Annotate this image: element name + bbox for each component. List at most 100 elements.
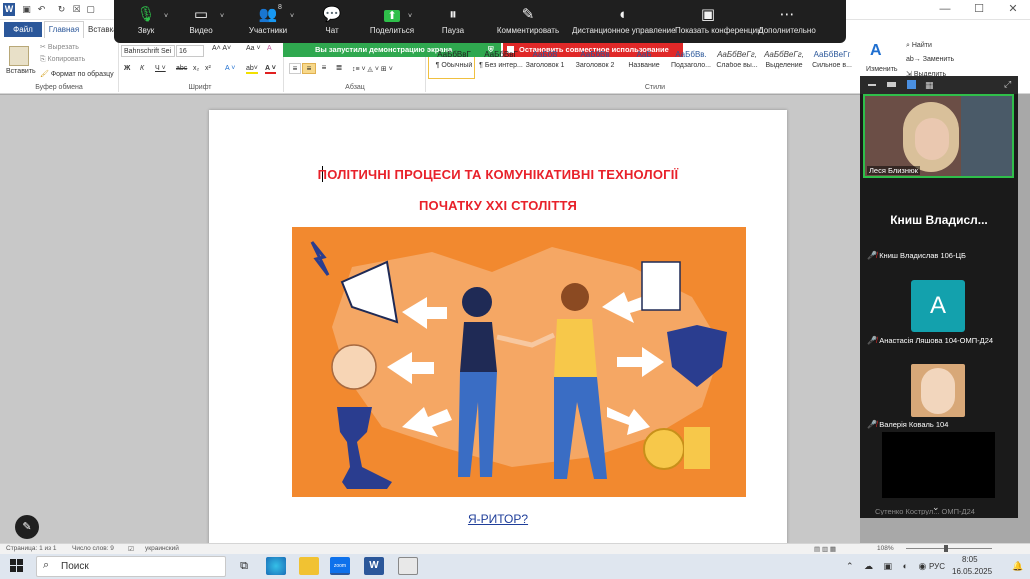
style-8[interactable]: АаБбВеГг Сильное в...: [808, 48, 856, 78]
zoom-btn-label: Пауза: [441, 26, 465, 35]
zoom-btn-show-meeting[interactable]: ▣ Показать конференцию: [675, 0, 763, 43]
chevron-down-icon[interactable]: ˅: [408, 13, 412, 20]
align-right-icon[interactable]: ≡: [318, 63, 330, 74]
status-words[interactable]: Число слов: 9: [72, 545, 114, 552]
align-left-icon[interactable]: ≡: [289, 63, 301, 74]
notifications-icon[interactable]: 🔔: [1012, 561, 1023, 572]
new-doc-icon[interactable]: ▢: [86, 5, 95, 14]
clock-date[interactable]: 16.05.2025: [952, 567, 992, 576]
document-link[interactable]: Я-РИТОР?: [209, 512, 787, 526]
edge-icon[interactable]: [266, 557, 286, 575]
close-icon[interactable]: ✕: [996, 0, 1030, 20]
style-1[interactable]: АаБбВвГ ¶ Без интер...: [477, 48, 525, 78]
change-styles-icon[interactable]: A: [870, 42, 882, 60]
paste-button[interactable]: Вставить: [6, 68, 36, 75]
change-styles-button[interactable]: Изменить: [866, 66, 898, 73]
highlight-icon[interactable]: ab˅: [246, 65, 258, 74]
line-spacing-icon[interactable]: ↕≡ ˅ ◬ ˅ ⊞ ˅: [352, 65, 393, 73]
italic-icon[interactable]: К: [140, 65, 144, 72]
zoom-app-icon[interactable]: zoom: [330, 557, 350, 575]
input-language[interactable]: РУС: [929, 562, 945, 571]
zoom-btn-annotate[interactable]: ✎ Комментировать: [485, 0, 571, 43]
superscript-icon[interactable]: x²: [205, 65, 211, 72]
illustration-svg: [310, 241, 727, 489]
zoom-btn-chat[interactable]: 💬 Чат: [302, 0, 362, 43]
font-size-select[interactable]: 16: [176, 45, 204, 57]
style-3[interactable]: АаБбВв Заголовок 2: [571, 48, 619, 78]
text-effects-icon[interactable]: A ˅: [225, 65, 235, 72]
video-tile-off[interactable]: [882, 432, 995, 498]
style-5[interactable]: АаБбВв. Подзаголо...: [667, 48, 715, 78]
zoom-btn-participants[interactable]: 👥 Участники 8 ˅: [232, 0, 304, 43]
change-case-icon[interactable]: Aa ˅: [246, 45, 261, 52]
status-page[interactable]: Страница: 1 из 1: [6, 545, 57, 552]
font-name-select[interactable]: Bahnschrift Sei: [121, 45, 175, 57]
document-title-line1: ПОЛІТИЧНІ ПРОЦЕСИ ТА КОМУНІКАТИВНІ ТЕХНО…: [317, 167, 679, 182]
zoom-btn-share[interactable]: ⬆ Поделиться ˅: [362, 0, 422, 43]
strikethrough-icon[interactable]: abc: [176, 65, 187, 72]
format-painter-button[interactable]: 🖌 Формат по образцу: [40, 70, 114, 78]
bold-icon[interactable]: Ж: [124, 65, 130, 72]
zoom-btn-label: Участники: [248, 26, 288, 35]
clear-format-icon[interactable]: A: [267, 45, 272, 52]
copy-button[interactable]: ⎘ Копировать: [40, 56, 85, 64]
cut-button[interactable]: ✂ Вырезать: [40, 43, 79, 51]
video-tile-lesya[interactable]: Леся Близнюк: [863, 94, 1014, 178]
chat-icon: 💬: [322, 6, 342, 23]
align-center-icon[interactable]: ≡: [302, 63, 316, 74]
zoom-level[interactable]: 108%: [877, 545, 894, 552]
maximize-icon[interactable]: ☐: [962, 0, 996, 20]
share-icon: ⬆: [362, 0, 422, 26]
taskbar-search[interactable]: ⌕ Поиск: [36, 556, 226, 577]
tab-file[interactable]: Файл: [4, 22, 42, 37]
style-preview: АаБбВвГ: [437, 50, 471, 59]
word-app-icon[interactable]: W: [364, 557, 384, 575]
zoom-btn-pause[interactable]: ⏸ Пауза: [418, 0, 488, 43]
view-single-icon[interactable]: [907, 80, 916, 89]
grow-font-icon[interactable]: A˄ A˅: [212, 45, 231, 52]
chevron-down-icon[interactable]: ˅: [290, 13, 294, 20]
task-view-icon[interactable]: ⧉: [234, 557, 254, 575]
participant-face-inner: [915, 118, 949, 160]
underline-icon[interactable]: Ч ˅: [155, 65, 166, 72]
find-button[interactable]: ⌕ Найти: [906, 42, 932, 50]
tab-home[interactable]: Главная: [44, 21, 84, 38]
zoom-btn-remote-control[interactable]: ◖ Дистанционное управление: [572, 0, 676, 43]
document-app-icon[interactable]: [398, 557, 418, 575]
windows-start-icon[interactable]: [10, 559, 24, 573]
close-doc-icon[interactable]: ☒: [72, 5, 81, 14]
save-icon[interactable]: ▣: [22, 5, 31, 14]
subscript-icon[interactable]: x₂: [193, 65, 199, 72]
style-7[interactable]: АаБбВеГг, Выделение: [760, 48, 808, 78]
zoom-slider-thumb[interactable]: [944, 545, 948, 552]
paste-icon[interactable]: [9, 46, 29, 66]
zoom-btn-more[interactable]: ⋯ Дополнительно: [742, 0, 832, 43]
panel-expand-icon[interactable]: ⤢: [1004, 79, 1011, 90]
undo-icon[interactable]: ↶: [37, 5, 46, 14]
style-6[interactable]: АаБбВеГг, Слабое вы...: [713, 48, 761, 78]
system-tray-icons[interactable]: ⌃ ☁ ▣ ◐ ◉: [846, 561, 930, 572]
status-language[interactable]: украинский: [145, 545, 179, 552]
view-grid-icon[interactable]: ▦: [925, 80, 934, 91]
replace-button[interactable]: ab→ Заменить: [906, 56, 954, 63]
file-explorer-icon[interactable]: [299, 557, 319, 575]
view-strip-icon[interactable]: [887, 82, 896, 87]
justify-icon[interactable]: ≣: [333, 63, 345, 74]
redo-icon[interactable]: ↻: [57, 5, 66, 14]
spellcheck-icon[interactable]: ☑: [128, 545, 134, 553]
zoom-btn-label: Видео: [189, 26, 213, 35]
style-2[interactable]: АаБбВ Заголовок 1: [521, 48, 569, 78]
font-color-icon[interactable]: A ˅: [265, 65, 276, 74]
style-name: Заголовок 2: [575, 62, 615, 69]
minimize-icon[interactable]: —: [928, 0, 962, 20]
chevron-down-icon[interactable]: ˅: [220, 13, 224, 20]
annotate-pen-icon[interactable]: ✎: [15, 515, 39, 539]
style-4[interactable]: АаБ Название: [620, 48, 668, 78]
zoom-btn-video[interactable]: ▭ Видео ˅: [168, 0, 234, 43]
view-buttons-icon[interactable]: ▤ ▥ ▦: [814, 545, 836, 553]
avatar-letter: A: [911, 280, 965, 332]
zoom-slider[interactable]: [898, 544, 998, 553]
style-0[interactable]: АаБбВвГ ¶ Обычный: [430, 48, 478, 78]
panel-minimize-icon[interactable]: [868, 84, 876, 86]
clock-time[interactable]: 8:05: [962, 555, 978, 564]
